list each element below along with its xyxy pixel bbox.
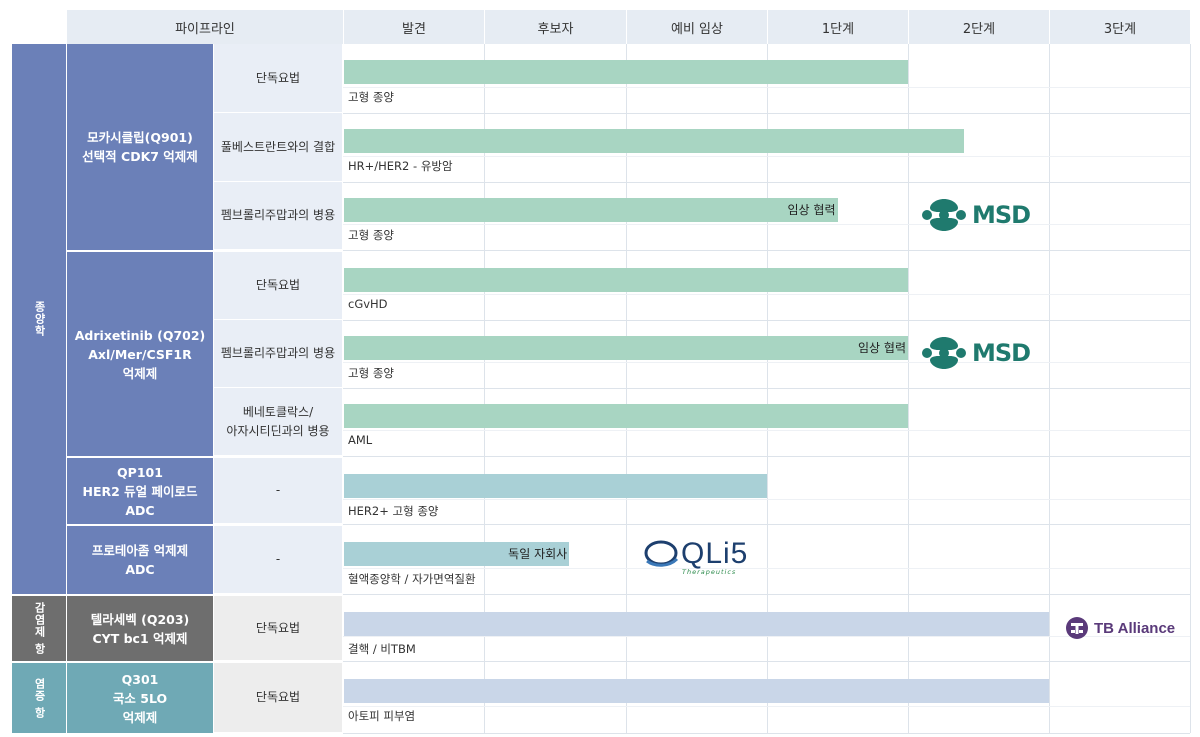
drug-q301: Q301 국소 5LO 억제제 [67, 663, 213, 733]
msd-logo-text: MSD [972, 339, 1031, 367]
drug-qp101: QP101 HER2 듀얼 페이로드 ADC [67, 458, 213, 524]
indication-label: 풀베스트란트와의 결합 [220, 139, 336, 154]
qli5-logo: QLi5 Therapeutics [643, 537, 753, 577]
header-stage-2: 후보자 [485, 10, 626, 44]
header-stage-3: 예비 임상 [627, 10, 767, 44]
grid-vline [1190, 44, 1191, 733]
indication-label: 단독요법 [255, 278, 301, 292]
header-stage-1: 발견 [344, 10, 484, 44]
indication-cell: 단독요법 [214, 596, 342, 660]
category-anti-infective: 감염제 항 [12, 596, 66, 661]
msd-logo-1: MSD [922, 197, 1031, 233]
indication-label: 단독요법 [255, 690, 301, 704]
grid-hline [343, 594, 1190, 595]
target-label: AML [348, 433, 373, 447]
progress-bar [344, 404, 908, 428]
grid-midline [343, 294, 1190, 295]
grid-hline [343, 524, 1190, 525]
grid-hline [343, 661, 1190, 662]
grid-midline [343, 499, 1190, 500]
indication-label: 펨브롤리주맙과의 병용 [220, 346, 336, 360]
indication-label: 단독요법 [255, 620, 301, 635]
tb-alliance-text: TB Alliance [1094, 619, 1176, 637]
indication-cell: 단독요법 [214, 252, 342, 319]
indication-cell: 펨브롤리주맙과의 병용 [214, 320, 342, 387]
bar-label: 임상 협력 [787, 203, 836, 217]
header-stage-5: 2단계 [909, 10, 1049, 44]
target-label: 고형 종양 [348, 228, 394, 242]
indication-label: 펨브롤리주맙과의 병용 [220, 208, 336, 222]
tb-alliance-icon [1066, 617, 1088, 639]
grid-hline [343, 113, 1190, 114]
grid-hline [343, 182, 1190, 183]
progress-bar: 임상 협력 [344, 336, 908, 360]
target-label: 아토피 피부염 [348, 709, 416, 723]
grid-midline [343, 636, 1190, 637]
grid-hline [343, 250, 1190, 251]
header-stage-4: 1단계 [768, 10, 908, 44]
indication-cell: - [214, 458, 342, 523]
progress-bar: 임상 협력 [344, 198, 838, 222]
grid-midline [343, 706, 1190, 707]
indication-cell: - [214, 526, 342, 593]
category-anti-inflammatory: 염증 항 [12, 663, 66, 733]
drug-proteasome-adc: 프로테아좀 억제제 ADC [67, 526, 213, 594]
drug-telacebec: 텔라세벡 (Q203) CYT bc1 억제제 [67, 596, 213, 661]
bar-label: 독일 자회사 [508, 547, 568, 561]
grid-midline [343, 156, 1190, 157]
target-label: cGvHD [348, 297, 388, 311]
qli5-swoosh-icon [644, 540, 679, 567]
grid-hline [343, 456, 1190, 457]
indication-label: 아자시티딘과의 병용 [226, 423, 330, 438]
grid-hline [343, 388, 1190, 389]
msd-logo-icon [922, 199, 966, 231]
target-label: 고형 종양 [348, 90, 394, 104]
target-label: 고형 종양 [348, 366, 394, 380]
drug-mocaciclib: 모카시클립(Q901) 선택적 CDK7 억제제 [67, 44, 213, 250]
header-pipeline: 파이프라인 [67, 10, 343, 44]
bar-label: 임상 협력 [858, 341, 906, 355]
indication-cell: 펨브롤리주맙과의 병용 [214, 182, 342, 249]
drug-adrixetinib: Adrixetinib (Q702) Axl/Mer/CSF1R 억제제 [67, 252, 213, 456]
msd-logo-icon [922, 337, 966, 369]
qli5-logo-text: QLi5 [681, 537, 749, 570]
progress-bar [344, 612, 1049, 636]
grid-midline [343, 224, 1190, 225]
header-stage-6: 3단계 [1050, 10, 1190, 44]
tb-alliance-logo: TB Alliance [1066, 617, 1175, 639]
grid-midline [343, 362, 1190, 363]
msd-logo-2: MSD [922, 335, 1031, 371]
indication-cell: 베네토클락스/아자시티딘과의 병용 [214, 388, 342, 455]
progress-bar: 독일 자회사 [344, 542, 570, 566]
indication-label: - [275, 483, 281, 497]
progress-bar [344, 679, 1049, 703]
indication-cell: 단독요법 [214, 663, 342, 732]
target-label: 혈액종양학 / 자가면역질환 [348, 572, 476, 586]
progress-bar [344, 268, 908, 292]
grid-midline [343, 568, 1190, 569]
target-label: HR+/HER2 - 유방암 [348, 159, 453, 173]
target-label: 결핵 / 비TBM [348, 642, 416, 656]
indication-label: - [275, 552, 281, 566]
indication-cell: 단독요법 [214, 44, 342, 112]
grid-midline [343, 430, 1190, 431]
progress-bar [344, 60, 908, 84]
grid-midline [343, 87, 1190, 88]
category-oncology: 종양학 [12, 44, 66, 594]
progress-bar [344, 474, 767, 498]
indication-label: 단독요법 [255, 70, 301, 85]
progress-bar [344, 129, 965, 153]
qli5-logo-subtext: Therapeutics [682, 568, 737, 576]
target-label: HER2+ 고형 종양 [348, 504, 439, 518]
msd-logo-text: MSD [972, 201, 1031, 229]
grid-hline [343, 733, 1190, 734]
grid-hline [343, 320, 1190, 321]
indication-label: 베네토클락스/ [242, 404, 314, 419]
indication-cell: 풀베스트란트와의 결합 [214, 113, 342, 181]
